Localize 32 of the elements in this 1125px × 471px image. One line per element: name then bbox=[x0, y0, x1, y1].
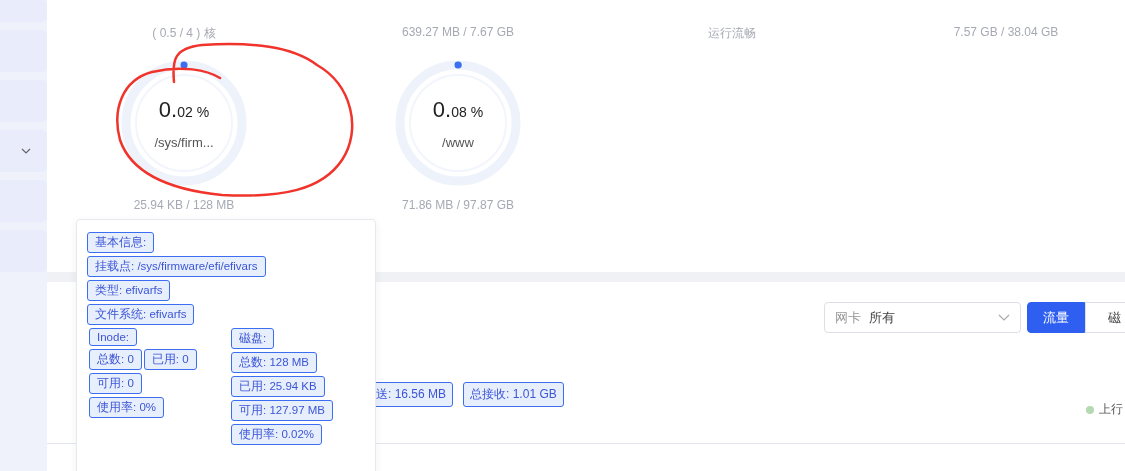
chevron-icon bbox=[998, 314, 1010, 321]
info-tag: 已用: 0 bbox=[143, 349, 197, 370]
gauge-label: 7.57 GB / 38.04 GB bbox=[953, 25, 1059, 41]
info-tag: 使用率: 0% bbox=[89, 397, 164, 418]
info-tag: 挂载点: /sys/firmware/efi/efivars bbox=[87, 256, 266, 277]
info-tag: 磁盘: bbox=[231, 328, 275, 349]
info-tag: Inode: bbox=[89, 328, 137, 346]
info-tag: 已用: 25.94 KB bbox=[231, 376, 325, 397]
view-tab[interactable]: 流量 bbox=[1027, 302, 1085, 333]
info-tag: 可用: 127.97 MB bbox=[231, 400, 333, 421]
gauge-label: 运行流畅 bbox=[708, 25, 756, 42]
info-tag: 总数: 128 MB bbox=[231, 352, 318, 373]
gauge-label: ( 0.5 / 4 ) 核 bbox=[152, 25, 216, 42]
total-tag: 总接收: 1.01 GB bbox=[463, 382, 564, 407]
usage-percent: 0.08 % bbox=[432, 96, 484, 123]
info-tag: 总数: 0 bbox=[89, 349, 142, 370]
sidebar-item[interactable] bbox=[0, 130, 47, 172]
view-tab[interactable]: 磁 bbox=[1085, 302, 1125, 333]
network-select[interactable]: 网卡 所有 bbox=[824, 302, 1021, 333]
mount-path: /sys/firm... bbox=[154, 134, 214, 150]
chevron-icon bbox=[21, 148, 31, 154]
mount-path: /www bbox=[442, 134, 474, 150]
info-tag: 类型: efivarfs bbox=[87, 280, 171, 301]
info-tag: 基本信息: bbox=[87, 232, 155, 253]
gauge-label: 25.94 KB / 128 MB bbox=[133, 198, 235, 212]
info-tag: 可用: 0 bbox=[89, 373, 142, 394]
info-tag: 文件系统: efivarfs bbox=[87, 304, 195, 325]
gauge-label: 639.27 MB / 7.67 GB bbox=[401, 25, 515, 41]
gauge-label: 71.86 MB / 97.87 GB bbox=[401, 198, 515, 212]
usage-percent: 0.02 % bbox=[158, 96, 210, 123]
legend-label: 上行 bbox=[1099, 401, 1123, 418]
info-tag: 使用率: 0.02% bbox=[231, 424, 322, 445]
